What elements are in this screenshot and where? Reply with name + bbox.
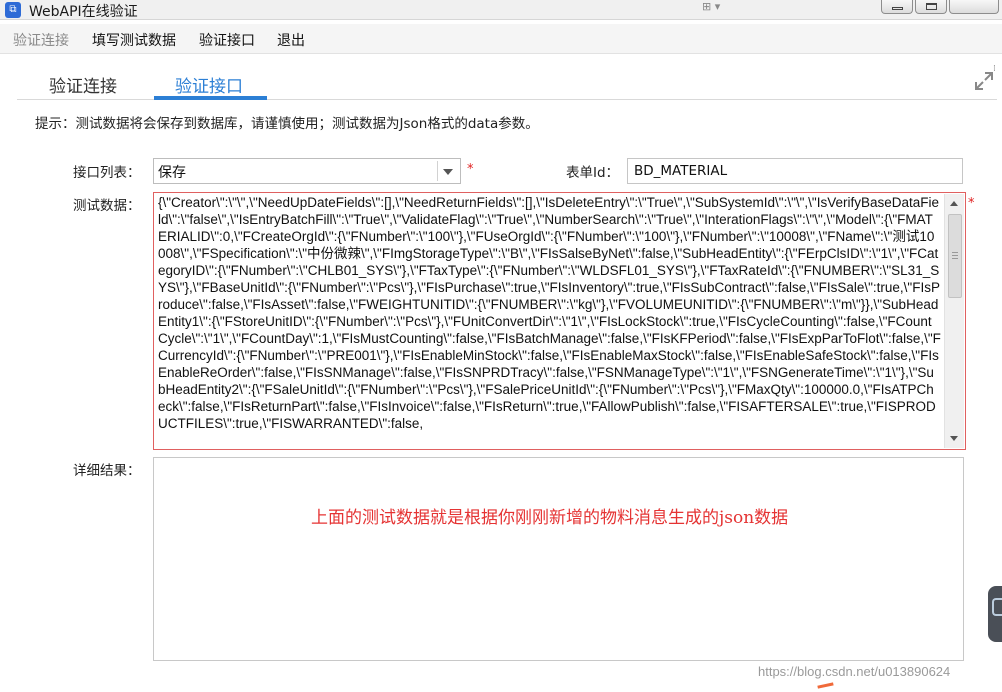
title-bar: ⧉ WebAPI在线验证 ⊞ ▾ [0,0,1002,20]
tab-strip: 验证连接 验证接口 [17,64,997,100]
active-tab-indicator [154,96,267,100]
menu-item-exit[interactable]: 退出 [277,30,305,50]
form-id-label: 表单Id： [566,165,620,181]
app-icon: ⧉ [5,2,21,18]
annotation-text: 上面的测试数据就是根据你刚刚新增的物料消息生成的json数据 [311,508,789,528]
menu-item-verify-connection[interactable]: 验证连接 [13,30,69,50]
test-data-scrollbar[interactable] [944,194,964,448]
window-title: WebAPI在线验证 [29,4,138,20]
maximize-button[interactable] [915,0,947,14]
watermark-text: https://blog.csdn.net/u013890624 [758,664,951,679]
scroll-thumb[interactable] [948,214,962,298]
menu-bar: 验证连接 填写测试数据 验证接口 退出 ⁞ [0,24,1002,74]
close-button[interactable] [949,0,999,14]
minimize-button[interactable] [881,0,913,14]
select-separator [437,161,438,181]
required-mark-test-data: * [968,196,975,211]
expand-icon[interactable] [975,72,993,90]
menu-item-verify-interface[interactable]: 验证接口 [199,30,255,50]
tab-verify-connection[interactable]: 验证连接 [49,72,117,97]
required-mark: * [467,162,474,177]
form-id-input[interactable]: BD_MATERIAL [627,158,963,184]
interface-list-value: 保存 [158,165,186,181]
side-widget-icon[interactable] [988,586,1002,642]
interface-list-select[interactable]: 保存 [153,158,461,184]
title-bar-tools-icon[interactable]: ⊞ ▾ [702,0,750,14]
scroll-down-icon[interactable] [950,436,958,441]
result-textarea[interactable] [153,457,964,661]
hint-text: 提示：测试数据将会保存到数据库，请谨慎使用；测试数据为Json格式的data参数… [35,116,539,132]
interface-list-label: 接口列表： [73,165,141,181]
test-data-label: 测试数据： [73,198,141,214]
result-label: 详细结果： [73,463,141,479]
menu-item-fill-test-data[interactable]: 填写测试数据 [92,30,176,50]
test-data-content[interactable]: {\"Creator\":\"\",\"NeedUpDateFields\":[… [158,194,941,446]
grip-icon [952,252,958,259]
scroll-up-icon[interactable] [950,201,958,206]
cursor-mark-icon [817,682,835,692]
chevron-down-icon[interactable] [443,169,453,175]
tab-verify-interface[interactable]: 验证接口 [175,72,243,97]
test-data-textarea[interactable]: {\"Creator\":\"\",\"NeedUpDateFields\":[… [153,192,966,450]
